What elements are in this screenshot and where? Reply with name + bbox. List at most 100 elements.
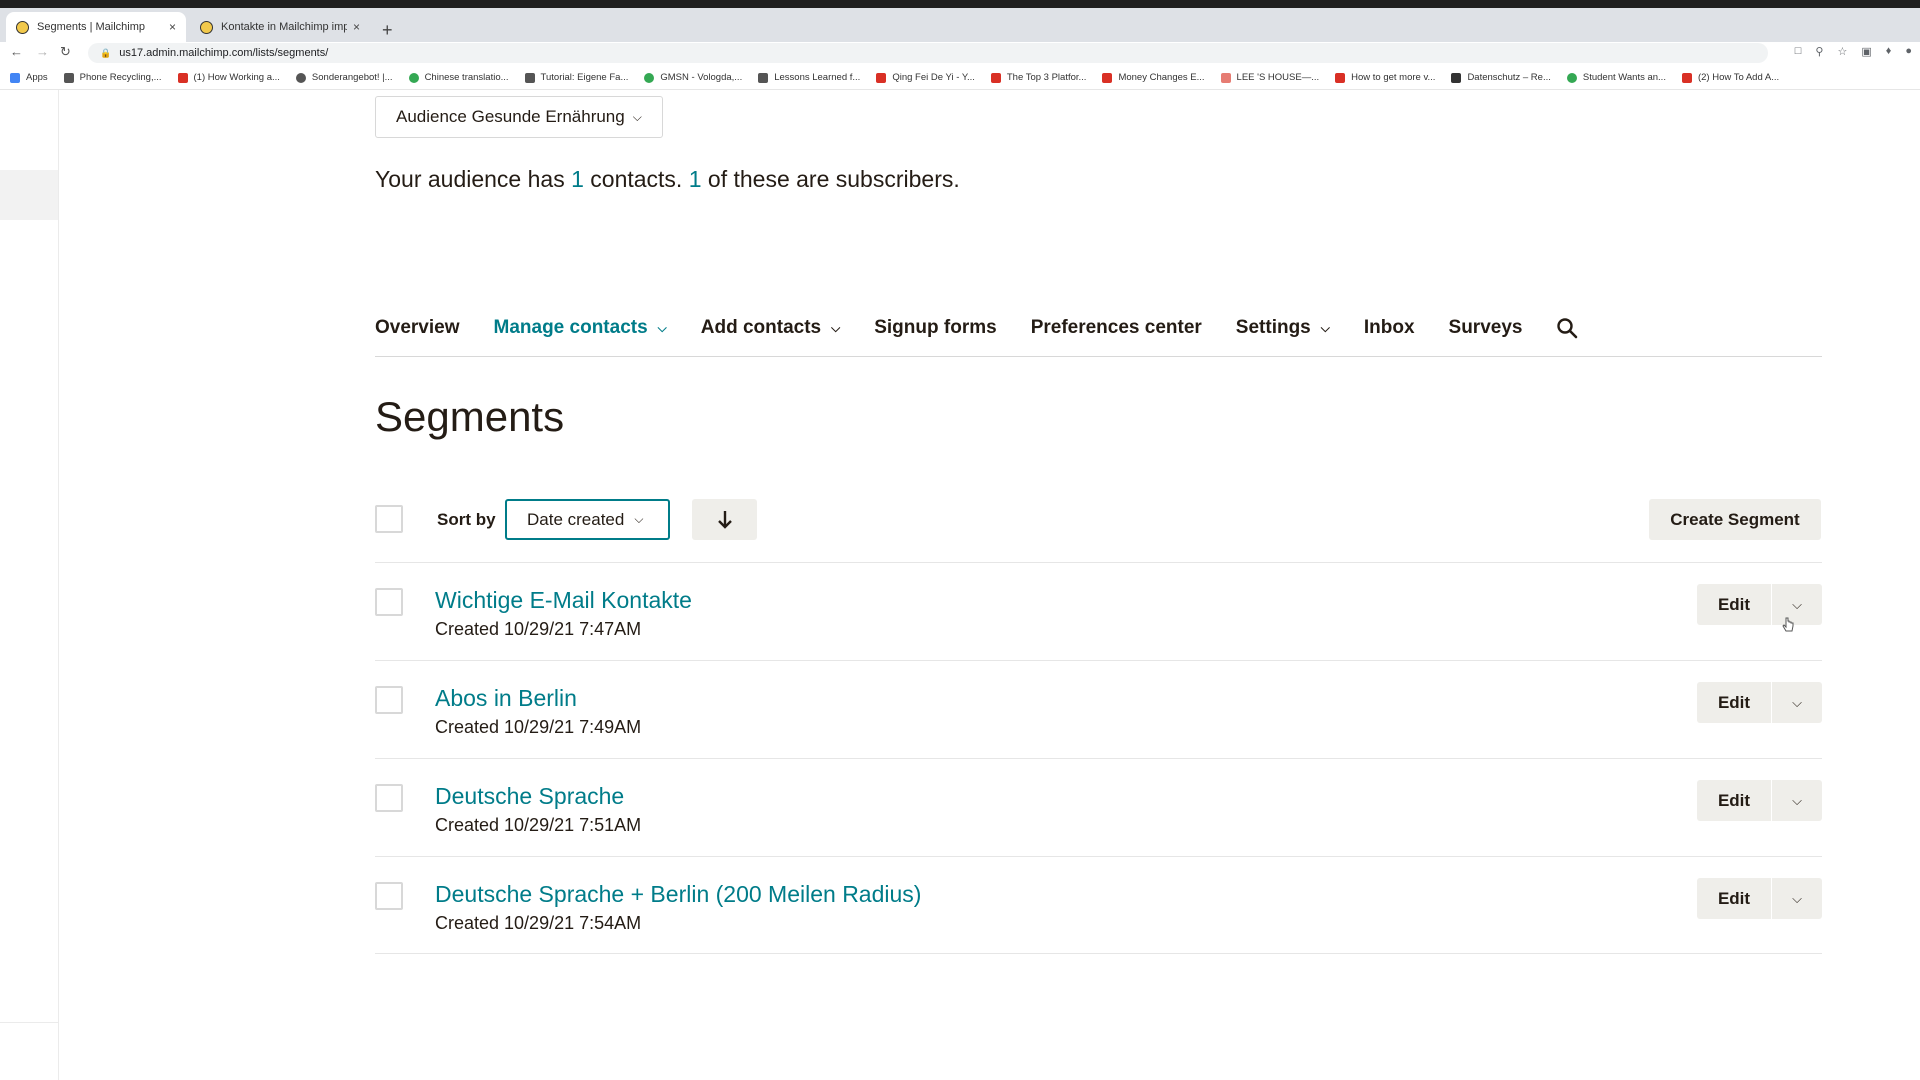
nav-manage-contacts[interactable]: Manage contacts ⌵ (494, 312, 667, 344)
bookmark-item[interactable]: LEE 'S HOUSE—... (1220, 72, 1319, 83)
star-icon[interactable]: ☆ (1837, 45, 1847, 58)
youtube-icon (876, 72, 887, 83)
bookmark-item[interactable]: Sonderangebot! |... (295, 72, 393, 83)
apps-grid-icon (10, 72, 20, 83)
create-segment-button[interactable]: Create Segment (1649, 499, 1821, 540)
nav-settings[interactable]: Settings ⌵ (1236, 312, 1330, 344)
bookmark-item[interactable]: Chinese translatio... (408, 72, 509, 83)
row-checkbox[interactable] (375, 588, 403, 616)
youtube-icon (1681, 72, 1692, 83)
zoom-icon[interactable]: ⚲ (1815, 45, 1823, 58)
segment-created-date: Created 10/29/21 7:54AM (435, 913, 642, 933)
mailchimp-favicon-icon (200, 20, 213, 34)
nav-signup-forms[interactable]: Signup forms (874, 312, 996, 344)
lock-icon: 🔒 (100, 47, 112, 58)
nav-add-contacts[interactable]: Add contacts ⌵ (701, 312, 840, 344)
browser-tab-segments[interactable]: Segments | Mailchimp × (6, 12, 186, 42)
edit-split-button: Edit ⌵ (1697, 584, 1822, 625)
audience-select-label: Audience Gesunde Ernährung (396, 107, 625, 126)
segment-name-link[interactable]: Abos in Berlin (435, 685, 577, 712)
bookmark-item[interactable]: Money Changes E... (1102, 72, 1205, 83)
translate-icon[interactable]: □ (1795, 45, 1802, 58)
list-item: Abos in Berlin Created 10/29/21 7:49AM E… (375, 660, 1822, 758)
address-bar[interactable]: 🔒 us17.admin.mailchimp.com/lists/segment… (88, 43, 1768, 63)
nav-preferences-center[interactable]: Preferences center (1031, 312, 1202, 344)
segment-created-date: Created 10/29/21 7:51AM (435, 815, 642, 835)
bookmarks-bar: Apps Phone Recycling,... (1) How Working… (0, 66, 1920, 90)
audience-nav: Overview Manage contacts ⌵ Add contacts ⌵ … (375, 312, 1822, 357)
edit-button[interactable]: Edit (1697, 878, 1772, 919)
row-checkbox[interactable] (375, 882, 403, 910)
list-item: Deutsche Sprache + Berlin (200 Meilen Ra… (375, 856, 1822, 954)
subscribers-count[interactable]: 1 (689, 166, 702, 192)
extension-icon[interactable]: ▣ (1861, 45, 1871, 58)
reload-icon[interactable]: ↻ (60, 44, 71, 60)
contacts-count[interactable]: 1 (571, 166, 584, 192)
bookmark-favicon-icon (295, 72, 306, 83)
bookmark-item[interactable]: (1) How Working a... (177, 72, 280, 83)
profile-avatar-icon[interactable]: ● (1905, 45, 1912, 58)
chevron-down-icon[interactable]: ⌵ (1772, 878, 1822, 919)
mouse-cursor-icon (1782, 617, 1794, 632)
browser-tab-strip: Segments | Mailchimp × Kontakte in Mailc… (0, 8, 1920, 42)
chevron-down-icon: ⌵ (1320, 320, 1330, 335)
select-all-checkbox[interactable] (375, 505, 403, 533)
tab-title: Kontakte in Mailchimp importi (221, 21, 347, 33)
edit-button[interactable]: Edit (1697, 682, 1772, 723)
sort-by-select[interactable]: Date created ⌵ (505, 499, 670, 540)
search-icon[interactable] (1556, 312, 1580, 344)
nav-inbox[interactable]: Inbox (1364, 312, 1415, 344)
forward-arrow-icon[interactable]: → (36, 44, 49, 59)
bookmark-item[interactable]: Student Wants an... (1566, 72, 1666, 83)
youtube-icon (1102, 72, 1113, 83)
sort-direction-button[interactable] (692, 499, 757, 540)
chevron-down-icon: ⌵ (831, 320, 841, 335)
row-checkbox[interactable] (375, 686, 403, 714)
audience-summary: Your audience has 1 contacts. 1 of these… (375, 166, 960, 192)
bookmark-item[interactable]: Phone Recycling,... (63, 72, 162, 83)
row-checkbox[interactable] (375, 784, 403, 812)
segment-created-date: Created 10/29/21 7:49AM (435, 717, 642, 737)
segments-list: Wichtige E-Mail Kontakte Created 10/29/2… (375, 562, 1822, 954)
edit-button[interactable]: Edit (1697, 584, 1772, 625)
chevron-down-icon[interactable]: ⌵ (1772, 682, 1822, 723)
segment-name-link[interactable]: Deutsche Sprache (435, 783, 624, 810)
tab-close-icon[interactable]: × (169, 20, 176, 34)
extension-icons: □ ⚲ ☆ ▣ ♦ ● (1795, 45, 1912, 58)
edit-button[interactable]: Edit (1697, 780, 1772, 821)
rail-active-item[interactable] (0, 170, 58, 220)
bookmark-item[interactable]: The Top 3 Platfor... (990, 72, 1086, 83)
bookmark-item[interactable]: Datenschutz – Re... (1451, 72, 1551, 83)
bookmark-favicon-icon (758, 72, 769, 83)
chevron-down-icon[interactable]: ⌵ (1772, 780, 1822, 821)
browser-tab-kontakte[interactable]: Kontakte in Mailchimp importi × (190, 12, 370, 42)
chevron-down-icon[interactable]: ⌵ (1772, 584, 1822, 625)
browser-toolbar: ← → ↻ 🔒 us17.admin.mailchimp.com/lists/s… (0, 42, 1920, 64)
back-arrow-icon[interactable]: ← (10, 44, 23, 59)
segment-name-link[interactable]: Wichtige E-Mail Kontakte (435, 587, 692, 614)
segment-created-date: Created 10/29/21 7:47AM (435, 619, 642, 639)
chevron-down-icon: ⌵ (634, 512, 644, 526)
bookmark-item[interactable]: Tutorial: Eigene Fa... (524, 72, 628, 83)
bookmark-item[interactable]: GMSN - Vologda,... (644, 72, 742, 83)
audience-select[interactable]: Audience Gesunde Ernährung ⌵ (375, 96, 663, 138)
edit-split-button: Edit ⌵ (1697, 780, 1822, 821)
bookmark-item[interactable]: How to get more v... (1335, 72, 1435, 83)
segment-name-link[interactable]: Deutsche Sprache + Berlin (200 Meilen Ra… (435, 881, 921, 908)
tab-title: Segments | Mailchimp (37, 21, 146, 33)
mailchimp-favicon-icon (16, 20, 29, 34)
rail-divider (0, 1022, 58, 1023)
arrow-down-icon (717, 510, 732, 529)
bookmark-item[interactable]: (2) How To Add A... (1681, 72, 1779, 83)
tab-close-icon[interactable]: × (353, 20, 360, 34)
left-navigation-rail (0, 90, 59, 1080)
bookmark-item[interactable]: Lessons Learned f... (758, 72, 860, 83)
bookmark-item[interactable]: Apps (10, 72, 48, 83)
edit-split-button: Edit ⌵ (1697, 682, 1822, 723)
puzzle-icon[interactable]: ♦ (1886, 45, 1892, 58)
nav-surveys[interactable]: Surveys (1449, 312, 1523, 344)
nav-overview[interactable]: Overview (375, 312, 460, 344)
new-tab-button[interactable]: + (382, 20, 393, 41)
edit-split-button: Edit ⌵ (1697, 878, 1822, 919)
bookmark-item[interactable]: Qing Fei De Yi - Y... (876, 72, 975, 83)
